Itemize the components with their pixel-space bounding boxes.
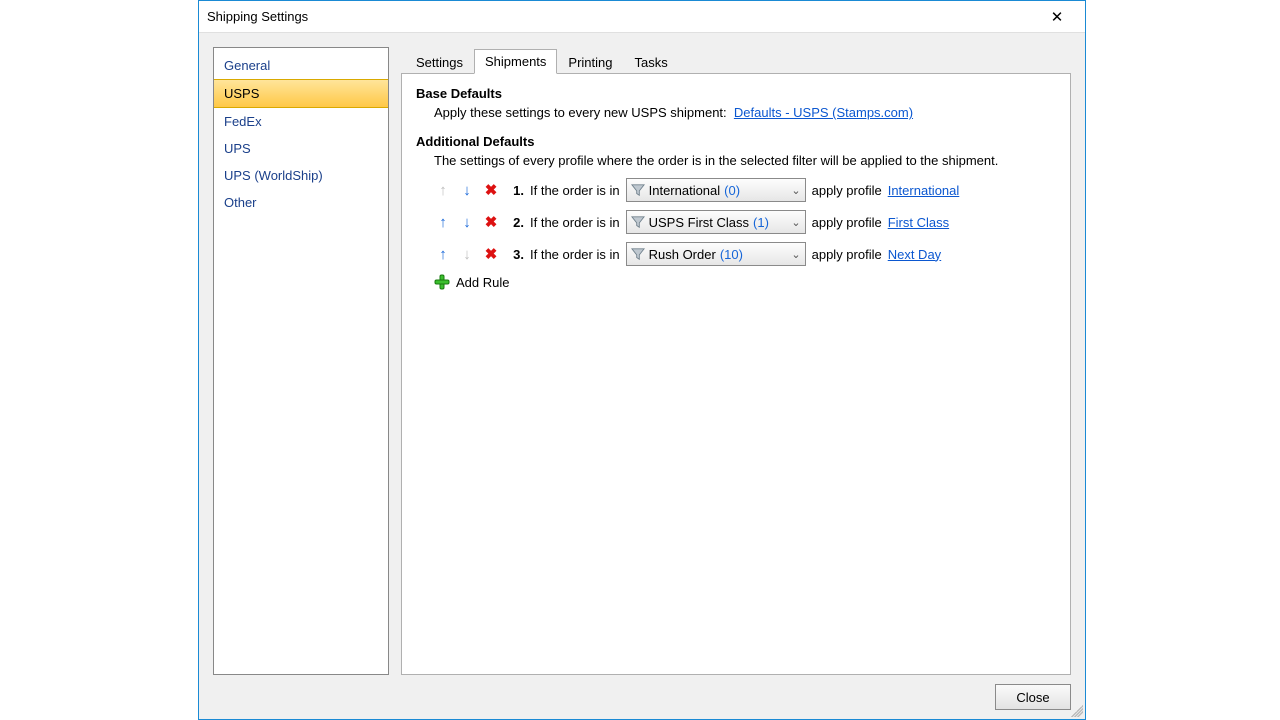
dialog-footer: Close [199, 675, 1085, 719]
base-defaults-row: Apply these settings to every new USPS s… [434, 105, 1056, 120]
main-panel: Settings Shipments Printing Tasks Base D… [401, 47, 1071, 675]
rule-prefix: If the order is in [530, 183, 620, 198]
add-rule-label: Add Rule [456, 275, 509, 290]
close-icon[interactable]: ✕ [1037, 2, 1077, 32]
profile-link[interactable]: International [888, 183, 960, 198]
sidebar-item-ups[interactable]: UPS [214, 135, 388, 162]
sidebar: General USPS FedEx UPS UPS (WorldShip) O… [213, 47, 389, 675]
filter-combo[interactable]: International (0) ⌄ [626, 178, 806, 202]
filter-combo[interactable]: USPS First Class (1) ⌄ [626, 210, 806, 234]
funnel-icon [631, 183, 645, 197]
rule-row: ↑ ↓ ✖ 3. If the order is in Rush Order (… [434, 242, 1056, 266]
resize-grip-icon[interactable] [1071, 705, 1083, 717]
rule-row: ↑ ↓ ✖ 2. If the order is in USPS First C… [434, 210, 1056, 234]
filter-name: USPS First Class [649, 215, 749, 230]
delete-icon[interactable]: ✖ [482, 213, 500, 231]
base-defaults-text: Apply these settings to every new USPS s… [434, 105, 727, 120]
filter-count: (10) [720, 247, 743, 262]
base-defaults-link[interactable]: Defaults - USPS (Stamps.com) [734, 105, 913, 120]
additional-defaults-text: The settings of every profile where the … [434, 153, 1056, 168]
funnel-icon [631, 215, 645, 229]
plus-icon [434, 274, 450, 290]
filter-combo[interactable]: Rush Order (10) ⌄ [626, 242, 806, 266]
sidebar-item-other[interactable]: Other [214, 189, 388, 216]
additional-defaults-title: Additional Defaults [416, 134, 1056, 149]
window-title: Shipping Settings [207, 9, 1037, 24]
delete-icon[interactable]: ✖ [482, 181, 500, 199]
sidebar-item-ups-worldship[interactable]: UPS (WorldShip) [214, 162, 388, 189]
rule-row: ↑ ↓ ✖ 1. If the order is in Internationa… [434, 178, 1056, 202]
rule-prefix: If the order is in [530, 215, 620, 230]
rules-list: ↑ ↓ ✖ 1. If the order is in Internationa… [434, 178, 1056, 290]
move-up-icon: ↑ [434, 181, 452, 199]
chevron-down-icon: ⌄ [791, 184, 800, 197]
tab-strip: Settings Shipments Printing Tasks [401, 47, 1071, 73]
move-up-icon[interactable]: ↑ [434, 245, 452, 263]
profile-link[interactable]: Next Day [888, 247, 941, 262]
delete-icon[interactable]: ✖ [482, 245, 500, 263]
filter-count: (0) [724, 183, 740, 198]
rule-number: 2. [506, 215, 524, 230]
filter-name: Rush Order [649, 247, 716, 262]
move-down-icon: ↓ [458, 245, 476, 263]
tab-settings[interactable]: Settings [405, 50, 474, 74]
funnel-icon [631, 247, 645, 261]
rule-number: 1. [506, 183, 524, 198]
move-up-icon[interactable]: ↑ [434, 213, 452, 231]
close-button[interactable]: Close [995, 684, 1071, 710]
chevron-down-icon: ⌄ [791, 216, 800, 229]
tab-tasks[interactable]: Tasks [623, 50, 678, 74]
sidebar-item-usps[interactable]: USPS [214, 79, 388, 108]
filter-count: (1) [753, 215, 769, 230]
tab-printing[interactable]: Printing [557, 50, 623, 74]
filter-name: International [649, 183, 721, 198]
move-down-icon[interactable]: ↓ [458, 213, 476, 231]
move-down-icon[interactable]: ↓ [458, 181, 476, 199]
base-defaults-title: Base Defaults [416, 86, 1056, 101]
rule-number: 3. [506, 247, 524, 262]
sidebar-item-general[interactable]: General [214, 52, 388, 79]
rule-middle: apply profile [812, 183, 882, 198]
rule-middle: apply profile [812, 247, 882, 262]
add-rule-button[interactable]: Add Rule [434, 274, 1056, 290]
tab-panel-shipments: Base Defaults Apply these settings to ev… [401, 73, 1071, 675]
chevron-down-icon: ⌄ [791, 248, 800, 261]
profile-link[interactable]: First Class [888, 215, 949, 230]
tab-shipments[interactable]: Shipments [474, 49, 557, 74]
sidebar-item-fedex[interactable]: FedEx [214, 108, 388, 135]
shipping-settings-dialog: Shipping Settings ✕ General USPS FedEx U… [198, 0, 1086, 720]
rule-prefix: If the order is in [530, 247, 620, 262]
dialog-body: General USPS FedEx UPS UPS (WorldShip) O… [199, 33, 1085, 675]
titlebar: Shipping Settings ✕ [199, 1, 1085, 33]
rule-middle: apply profile [812, 215, 882, 230]
